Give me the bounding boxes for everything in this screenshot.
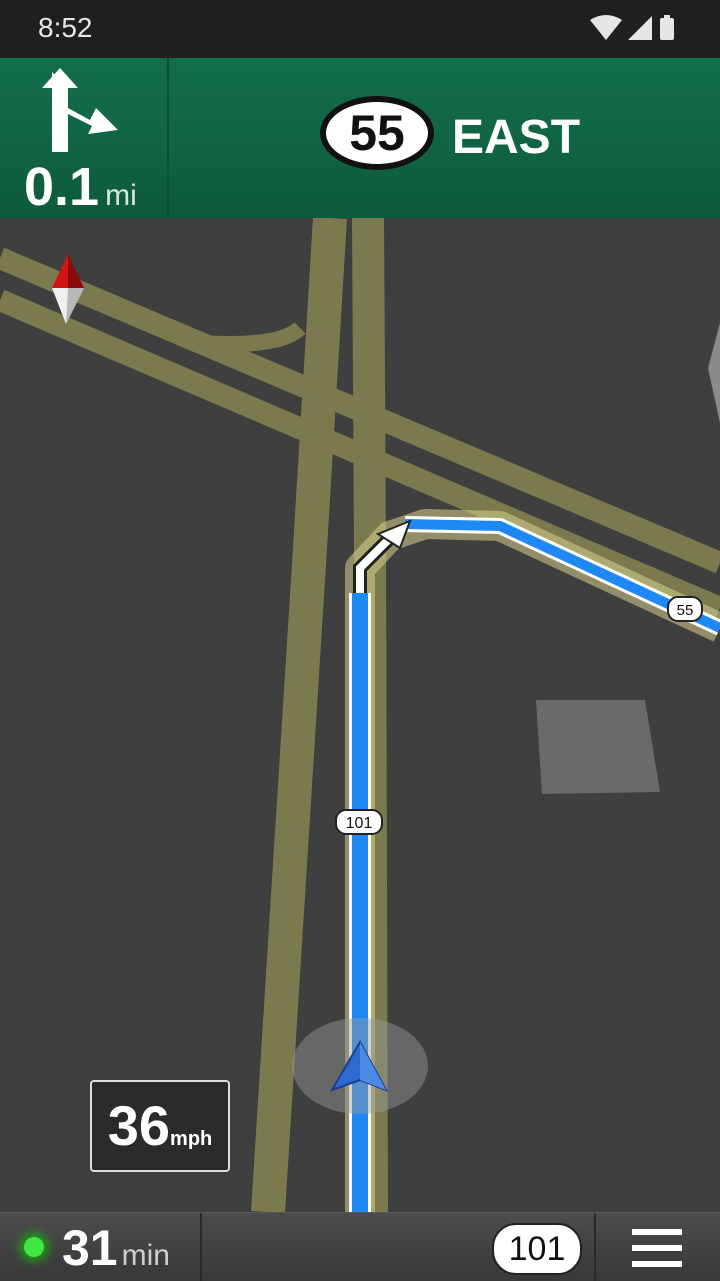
menu-line xyxy=(632,1261,682,1267)
status-bar: 8:52 xyxy=(0,0,720,58)
building-block xyxy=(536,700,660,794)
map-view[interactable]: 101 55 xyxy=(0,218,720,1212)
speed-indicator: 36mph xyxy=(90,1080,230,1172)
distance-value: 0.1 xyxy=(24,157,100,217)
navigation-banner[interactable]: 0.1 mi 55 EAST xyxy=(0,58,720,220)
menu-line xyxy=(632,1245,682,1251)
speed-value: 36 xyxy=(107,1094,171,1157)
cell-signal-icon xyxy=(628,16,652,40)
route-shield-55: 55 xyxy=(320,96,434,170)
eta-unit: min xyxy=(121,1239,170,1272)
route-direction: EAST xyxy=(452,111,581,164)
turn-right-arrow-icon xyxy=(42,68,118,152)
maneuver-distance: 0.1 mi xyxy=(24,156,137,218)
eta-panel[interactable]: 31 min xyxy=(0,1213,202,1281)
hamburger-menu-icon[interactable] xyxy=(632,1229,682,1267)
map-canvas[interactable]: 101 55 xyxy=(0,218,720,1212)
map-shield-101-label: 101 xyxy=(346,815,373,832)
menu-divider xyxy=(594,1213,596,1281)
bottom-bar: 31 min 101 xyxy=(0,1212,720,1281)
map-shield-55-label: 55 xyxy=(677,602,694,619)
eta-value: 31 xyxy=(62,1220,118,1276)
current-route-shield[interactable]: 101 xyxy=(492,1223,582,1275)
distance-unit: mi xyxy=(105,179,137,212)
menu-line xyxy=(632,1229,682,1235)
eta-display: 31 min xyxy=(62,1219,170,1277)
wifi-icon xyxy=(590,15,622,40)
status-time: 8:52 xyxy=(38,12,93,43)
status-icons xyxy=(590,15,674,40)
route-number: 55 xyxy=(326,102,428,164)
speed-unit: mph xyxy=(170,1128,213,1150)
battery-icon xyxy=(660,18,674,40)
maneuver-panel[interactable]: 0.1 mi xyxy=(0,58,169,218)
traffic-status-dot xyxy=(24,1237,44,1257)
